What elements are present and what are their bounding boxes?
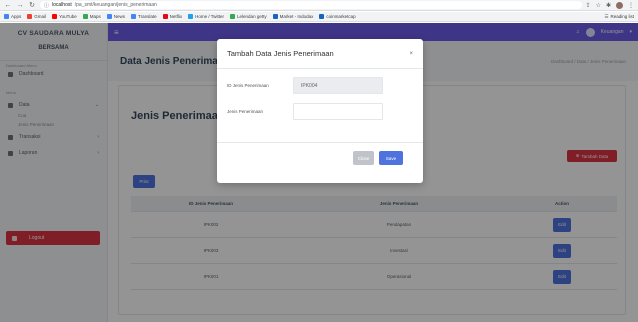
forward-icon[interactable]: →: [16, 1, 24, 9]
bookmark-netflix[interactable]: Netflix: [162, 14, 182, 19]
indodax-icon: [272, 14, 278, 19]
reading-list[interactable]: ☰ Reading list: [604, 14, 634, 20]
url-path: /pa_smt/keuangan/jenis_penerimaan: [74, 2, 157, 8]
twitter-icon: [188, 14, 194, 19]
bookmark-maps[interactable]: Maps: [82, 14, 101, 19]
modal-title: Tambah Data Jenis Penerimaan: [227, 49, 334, 58]
reading-list-icon: ☰: [604, 13, 609, 19]
share-icon[interactable]: ⇪: [586, 2, 591, 9]
bookmark-getty[interactable]: Lelendan getty: [230, 14, 267, 19]
bookmark-apps[interactable]: Apps: [4, 14, 21, 19]
address-bar[interactable]: ⓘ localhost/pa_smt/keuangan/jenis_peneri…: [40, 1, 582, 9]
name-label: Jenis Penerimaan: [227, 109, 264, 114]
bookmark-gmail[interactable]: Gmail: [27, 14, 46, 19]
gmail-icon: [27, 14, 33, 19]
back-icon[interactable]: ←: [4, 1, 12, 9]
add-modal: Tambah Data Jenis Penerimaan × ID Jenis …: [217, 39, 423, 183]
id-label: ID Jenis Penerimaan: [227, 83, 269, 88]
save-button[interactable]: Save: [379, 151, 403, 165]
youtube-icon: [52, 14, 58, 19]
form-row-name: Jenis Penerimaan: [227, 103, 413, 120]
modal-footer: Close Save: [217, 142, 423, 183]
info-icon: ⓘ: [44, 2, 50, 9]
close-button[interactable]: Close: [353, 151, 374, 165]
id-field[interactable]: IPK004: [293, 77, 383, 94]
form-row-id: ID Jenis Penerimaan IPK004: [227, 77, 413, 94]
profile-avatar[interactable]: [616, 1, 623, 9]
browser-toolbar: ← → ↻ ⓘ localhost/pa_smt/keuangan/jenis_…: [0, 0, 638, 11]
bookmark-translate[interactable]: Translate: [131, 14, 157, 19]
getty-icon: [230, 14, 236, 19]
bookmark-youtube[interactable]: YouTube: [52, 14, 77, 19]
translate-icon: [131, 14, 136, 19]
url-host: localhost: [52, 2, 72, 8]
apps-icon: [4, 14, 9, 19]
news-icon: [106, 14, 112, 19]
coinmarketcap-icon: [319, 14, 325, 19]
bookmark-coinmarketcap[interactable]: coinmarketcap: [319, 14, 356, 19]
bookmark-twitter[interactable]: Home / Twitter: [188, 14, 224, 19]
menu-icon[interactable]: ⋮: [628, 2, 634, 9]
extensions-icon[interactable]: ✱: [606, 2, 611, 9]
netflix-icon: [162, 14, 168, 19]
star-icon[interactable]: ☆: [596, 2, 601, 9]
bookmark-news[interactable]: News: [106, 14, 125, 19]
close-icon[interactable]: ×: [409, 51, 413, 57]
jenis-penerimaan-field[interactable]: [293, 103, 383, 120]
reload-icon[interactable]: ↻: [28, 1, 36, 9]
bookmark-indodax[interactable]: Market - Indodax: [272, 14, 313, 19]
bookmarks-bar: Apps Gmail YouTube Maps News Translate N…: [0, 12, 638, 22]
maps-icon: [82, 14, 88, 19]
modal-header: Tambah Data Jenis Penerimaan ×: [217, 39, 423, 69]
